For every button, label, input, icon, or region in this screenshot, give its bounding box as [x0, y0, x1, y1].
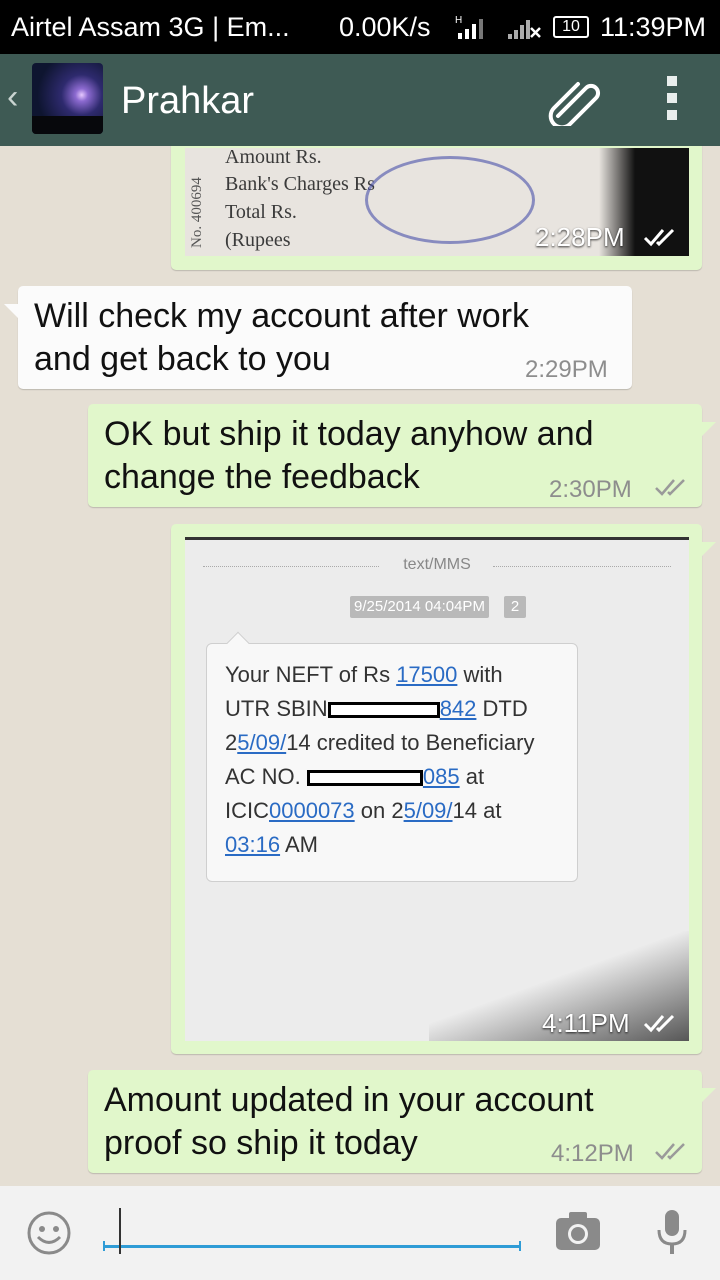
status-bar: Airtel Assam 3G | Em... 0.00K/s H 10 11:…	[0, 0, 720, 54]
message-bubble-image[interactable]: No. 400694 Amount Rs. Bank's Charges Rs …	[171, 146, 702, 270]
overflow-menu-icon[interactable]	[667, 76, 677, 127]
message-text: proof so ship it today	[104, 1124, 418, 1162]
sms-line: AC NO. 085 at	[225, 764, 485, 789]
read-ticks-icon	[655, 1143, 685, 1160]
message-text: OK but ship it today anyhow and	[104, 415, 594, 453]
image-text: No. 400694	[189, 177, 205, 248]
image-text: Total Rs.	[225, 201, 297, 223]
back-chevron-icon[interactable]: ‹	[7, 78, 18, 117]
redaction-box	[327, 702, 440, 719]
sms-card: Your NEFT of Rs 17500 with UTR SBIN 842 D…	[206, 631, 578, 882]
camera-icon[interactable]	[554, 1210, 602, 1252]
message-time: 2:30PM	[549, 476, 632, 503]
message-time: 4:11PM	[542, 1008, 630, 1038]
bank-stamp	[365, 156, 535, 244]
clock: 11:39PM	[599, 12, 706, 42]
emoji-icon[interactable]	[26, 1210, 72, 1256]
sms-line: 25/09/14 credited to Beneficiary	[225, 730, 535, 755]
network-speed: 0.00K/s	[339, 12, 431, 42]
message-input[interactable]	[103, 1202, 521, 1248]
no-signal-icon	[508, 20, 541, 39]
sms-line: ICIC0000073 on 25/09/14 at	[225, 798, 502, 823]
message-text: Amount updated in your account	[104, 1081, 594, 1119]
paperclip-icon[interactable]	[548, 74, 604, 126]
redaction-box	[306, 770, 423, 787]
sms-line: Your NEFT of Rs 17500 with	[225, 662, 503, 687]
image-text: Amount Rs.	[225, 148, 322, 168]
carrier-name: Airtel Assam 3G | Em...	[11, 12, 290, 42]
message-bubble-image[interactable]: text/MMS 9/25/2014 04:04PM 2 Your NEFT o…	[171, 524, 716, 1054]
image-text: Bank's Charges Rs	[225, 173, 375, 195]
message-time: 4:12PM	[551, 1140, 634, 1167]
battery-icon: 10	[553, 16, 589, 38]
message-text: Will check my account after work	[34, 297, 530, 335]
message-text: change the feedback	[104, 458, 420, 496]
chat-header: ‹ Prahkar	[0, 54, 720, 146]
read-ticks-icon	[643, 228, 675, 247]
mms-date: 9/25/2014 04:04PM	[350, 596, 489, 618]
avatar[interactable]	[32, 63, 103, 134]
read-ticks-icon	[643, 1014, 675, 1033]
sms-line: 03:16 AM	[225, 832, 318, 857]
microphone-icon[interactable]	[655, 1208, 689, 1258]
mms-header: text/MMS	[403, 556, 471, 573]
message-bubble-outgoing[interactable]: Amount updated in your account proof so …	[88, 1070, 716, 1173]
message-image[interactable]: No. 400694 Amount Rs. Bank's Charges Rs …	[185, 148, 689, 256]
image-text: (Rupees	[225, 229, 291, 251]
message-image[interactable]: text/MMS 9/25/2014 04:04PM 2 Your NEFT o…	[185, 537, 689, 1041]
message-bubble-outgoing[interactable]: OK but ship it today anyhow and change t…	[88, 404, 716, 507]
signal-strength-icon: H	[455, 15, 483, 39]
message-bubble-incoming[interactable]: Will check my account after work and get…	[4, 286, 632, 389]
composer-bar	[0, 1186, 720, 1280]
message-text: and get back to you	[34, 340, 331, 378]
message-time: 2:28PM	[535, 222, 625, 252]
svg-text:H: H	[455, 15, 462, 26]
mms-count: 2	[504, 596, 526, 618]
sms-line: UTR SBIN 842 DTD	[225, 696, 528, 721]
message-time: 2:29PM	[525, 356, 608, 383]
message-list[interactable]: No. 400694 Amount Rs. Bank's Charges Rs …	[0, 146, 720, 1186]
read-ticks-icon	[655, 479, 685, 496]
contact-name[interactable]: Prahkar	[121, 80, 254, 123]
